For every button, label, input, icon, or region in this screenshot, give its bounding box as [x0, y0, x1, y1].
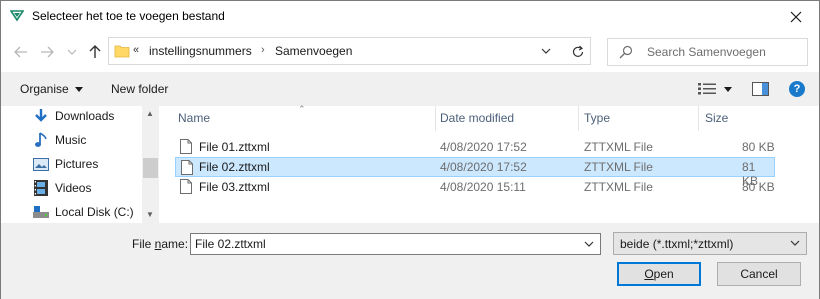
filetype-select[interactable]: beide (*.ttxml;*zttxml)	[613, 232, 807, 255]
file-type: ZTTXML File	[584, 180, 653, 194]
file-size: 80 KB	[742, 180, 775, 194]
filename-input[interactable]: File 02.zttxml	[190, 233, 601, 255]
address-history-icon[interactable]	[539, 43, 553, 59]
sort-ascending-icon: ⌃	[298, 104, 306, 114]
filename-label-post: ame:	[161, 237, 189, 251]
column-header-date[interactable]: Date modified	[440, 111, 514, 125]
file-icon	[181, 160, 193, 175]
file-name: File 03.zttxml	[199, 180, 270, 194]
title-bar: Selecteer het toe te voegen bestand	[1, 1, 819, 32]
column-divider[interactable]	[578, 106, 579, 131]
folder-icon	[114, 45, 130, 58]
sidebar-item-local-disk[interactable]: Local Disk (C:)	[33, 202, 134, 222]
file-icon	[180, 139, 192, 154]
file-size: 80 KB	[742, 140, 775, 154]
column-divider[interactable]	[698, 106, 699, 131]
breadcrumb-overflow[interactable]: «	[133, 44, 139, 56]
filetype-value: beide (*.ttxml;*zttxml)	[620, 237, 734, 251]
sidebar-item-label: Local Disk (C:)	[55, 205, 134, 219]
organise-menu[interactable]: Organise	[20, 82, 83, 96]
column-header-size[interactable]: Size	[705, 111, 728, 125]
breadcrumb-separator-icon[interactable]: ›	[261, 44, 265, 56]
file-date: 4/08/2020 15:11	[440, 180, 526, 194]
sidebar-item-music[interactable]: Music	[33, 130, 86, 150]
file-date: 4/08/2020 17:52	[440, 140, 527, 154]
address-bar[interactable]: « instellingsnummers › Samenvoegen	[108, 37, 591, 65]
file-list: ⌃ Name Date modified Type Size File 01.z…	[159, 104, 819, 223]
filename-label: File name:	[132, 237, 188, 251]
search-box[interactable]: Search Samenvoegen	[607, 38, 808, 66]
help-icon[interactable]: ?	[789, 81, 805, 97]
navigation-bar: « instellingsnummers › Samenvoegen Searc…	[1, 32, 819, 72]
column-divider[interactable]	[435, 106, 436, 131]
sidebar-item-label: Music	[55, 133, 87, 147]
sidebar-item-label: Pictures	[55, 157, 99, 171]
preview-pane-icon[interactable]	[752, 82, 769, 96]
open-access-key: O	[644, 267, 654, 281]
filename-label-pre: File	[132, 237, 155, 251]
filename-value: File 02.zttxml	[195, 237, 266, 251]
chevron-down-icon	[790, 240, 800, 246]
breadcrumb-instellingsnummers[interactable]: instellingsnummers	[149, 44, 252, 58]
forward-button[interactable]	[38, 43, 56, 61]
drive-icon	[33, 204, 49, 220]
sidebar-scrollbar[interactable]: ▲ ▼	[142, 106, 159, 223]
file-type: ZTTXML File	[584, 140, 653, 154]
scrollbar-thumb[interactable]	[143, 158, 158, 178]
change-view-icon[interactable]	[698, 83, 716, 95]
dropdown-arrow-icon	[74, 87, 83, 93]
file-open-dialog: Selecteer het toe te voegen bestand « in…	[0, 0, 820, 299]
search-icon	[619, 45, 633, 59]
up-button[interactable]	[86, 43, 104, 61]
table-row[interactable]: File 01.zttxml 4/08/2020 17:52 ZTTXML Fi…	[175, 137, 775, 157]
table-row[interactable]: File 02.zttxml 4/08/2020 17:52 ZTTXML Fi…	[175, 157, 775, 188]
scroll-up-icon[interactable]: ▲	[146, 109, 154, 118]
videos-icon	[33, 180, 49, 196]
column-header-name[interactable]: Name	[178, 111, 210, 125]
refresh-button[interactable]	[564, 42, 592, 62]
pictures-icon	[33, 156, 49, 172]
file-name: File 01.zttxml	[199, 140, 270, 154]
arrow-left-icon	[14, 46, 27, 58]
arrow-right-icon	[41, 46, 54, 58]
file-icon	[180, 179, 192, 194]
music-icon	[33, 132, 49, 148]
open-label-rest: pen	[653, 267, 674, 281]
sidebar-item-pictures[interactable]: Pictures	[33, 154, 98, 174]
window-title: Selecteer het toe te voegen bestand	[32, 9, 225, 23]
app-icon	[10, 10, 24, 22]
table-row[interactable]: File 03.zttxml 4/08/2020 15:11 ZTTXML Fi…	[175, 177, 775, 197]
sidebar-item-videos[interactable]: Videos	[33, 178, 91, 198]
chevron-down-icon	[67, 49, 77, 55]
arrow-up-icon	[89, 45, 101, 58]
navigation-pane: Downloads Music Pictures Videos Local Di…	[1, 106, 159, 223]
chevron-down-icon[interactable]	[584, 239, 594, 249]
back-button[interactable]	[12, 43, 30, 61]
file-name: File 02.zttxml	[199, 160, 270, 174]
file-type: ZTTXML File	[584, 160, 653, 174]
column-header-type[interactable]: Type	[584, 111, 610, 125]
new-folder-button[interactable]: New folder	[111, 82, 168, 96]
sidebar-item-downloads[interactable]: Downloads	[33, 106, 114, 126]
refresh-icon	[572, 45, 584, 57]
search-placeholder: Search Samenvoegen	[647, 45, 766, 59]
scroll-down-icon[interactable]: ▼	[146, 210, 154, 219]
view-options-dropdown[interactable]	[724, 87, 732, 92]
sidebar-item-label: Videos	[55, 181, 92, 195]
close-button[interactable]	[773, 1, 819, 32]
close-icon	[790, 11, 802, 22]
organise-label: Organise	[20, 82, 69, 96]
open-button[interactable]: Open	[617, 262, 701, 286]
recent-locations-button[interactable]	[63, 43, 81, 61]
download-icon	[33, 108, 49, 124]
file-date: 4/08/2020 17:52	[440, 160, 527, 174]
cancel-button[interactable]: Cancel	[717, 262, 801, 286]
dialog-footer: File name: File 02.zttxml beide (*.ttxml…	[1, 223, 819, 299]
breadcrumb-samenvoegen[interactable]: Samenvoegen	[275, 44, 352, 58]
sidebar-item-label: Downloads	[55, 109, 115, 123]
content-area: Downloads Music Pictures Videos Local Di…	[1, 104, 819, 223]
command-bar: Organise New folder ?	[1, 72, 819, 106]
